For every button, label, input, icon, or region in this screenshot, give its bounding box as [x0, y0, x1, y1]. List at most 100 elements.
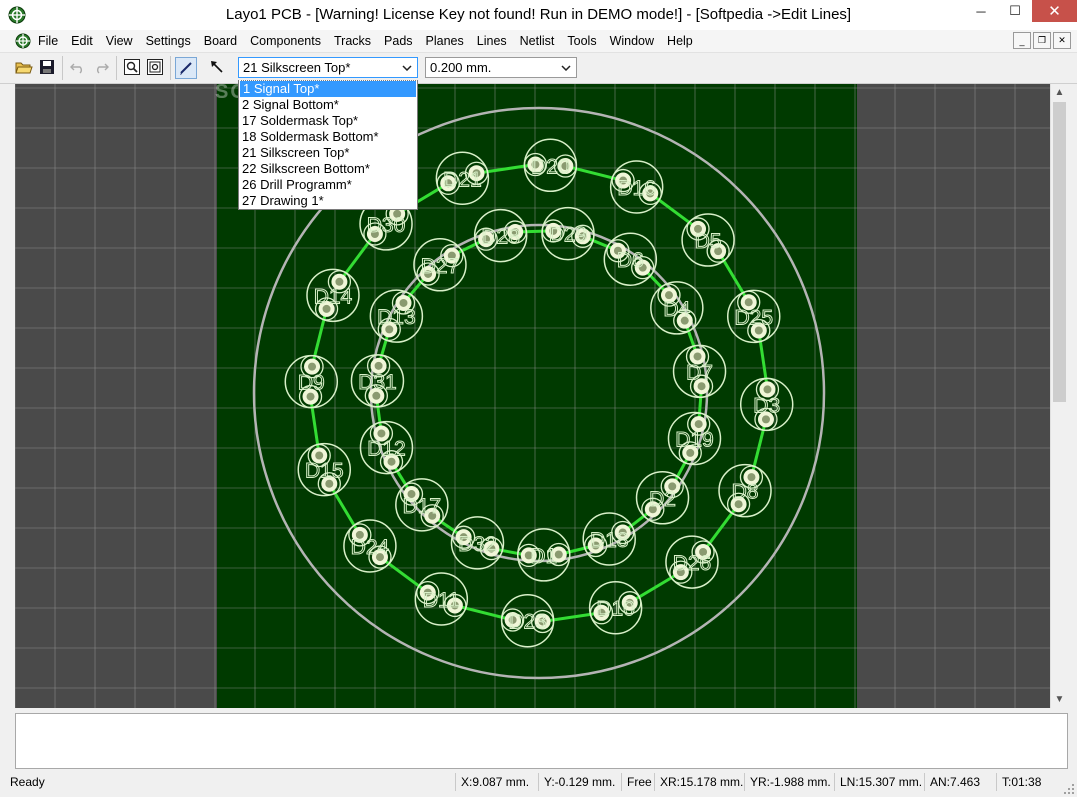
status-bar: Ready X:9.087 mm. Y:-0.129 mm. Free XR:1…	[0, 771, 1077, 797]
status-state: Ready	[10, 775, 45, 789]
pcb-drawing[interactable]: D20 D29 D16 D6 D5 D4 D25 D7 D3 D19 D8 D2 D26 D18 D10 D1…	[15, 84, 1050, 708]
led-component: D19	[667, 411, 722, 466]
component-label: D27	[421, 255, 460, 278]
component-label: D5	[695, 230, 722, 253]
layer-option[interactable]: 18 Soldermask Bottom*	[239, 129, 417, 145]
menu-settings[interactable]: Settings	[146, 34, 191, 48]
width-select[interactable]: 0.200 mm.	[425, 57, 577, 78]
component-label: D16	[617, 177, 656, 200]
menu-planes[interactable]: Planes	[426, 34, 464, 48]
window-title: Layo1 PCB - [Warning! License Key not fo…	[225, 6, 852, 23]
component-label: D12	[367, 438, 406, 461]
drill-hole	[374, 361, 383, 370]
menu-window[interactable]: Window	[610, 34, 654, 48]
status-mode: Free	[621, 773, 652, 791]
component-label: D2	[649, 488, 676, 511]
width-select-value: 0.200 mm.	[430, 60, 492, 75]
undo-icon[interactable]	[68, 57, 88, 77]
component-label: D9	[298, 372, 325, 395]
scroll-thumb[interactable]	[1053, 102, 1066, 402]
resize-grip-icon[interactable]	[1063, 783, 1075, 795]
menu-edit[interactable]: Edit	[71, 34, 93, 48]
status-yr: YR:-1.988 mm.	[744, 773, 831, 791]
menu-lines[interactable]: Lines	[477, 34, 507, 48]
zoom-fit-icon[interactable]	[145, 57, 165, 77]
led-component: D12	[359, 420, 414, 475]
mdi-minimize-button[interactable]: _	[1013, 32, 1031, 49]
component-label: D17	[403, 495, 442, 518]
layer-dropdown-list[interactable]: 1 Signal Top* 2 Signal Bottom* 17 Solderm…	[238, 80, 418, 210]
component-label: D7	[686, 361, 713, 384]
scroll-up-icon[interactable]: ▲	[1051, 84, 1068, 101]
component-label: D18	[590, 529, 629, 552]
minimize-button[interactable]: ─	[964, 0, 998, 22]
menu-bar: File Edit View Settings Board Components Track…	[0, 30, 1077, 53]
save-icon[interactable]	[37, 57, 57, 77]
layer-select[interactable]: 21 Silkscreen Top*	[238, 57, 418, 78]
component-label: D1	[530, 545, 557, 568]
menu-file[interactable]: File	[38, 34, 58, 48]
component-label: D29	[549, 224, 588, 247]
mdi-restore-button[interactable]: ❐	[1033, 32, 1051, 49]
drill-hole	[763, 385, 772, 394]
component-label: D23	[508, 611, 547, 634]
layer-option[interactable]: 21 Silkscreen Top*	[239, 145, 417, 161]
layer-select-value: 21 Silkscreen Top*	[243, 60, 351, 75]
led-component: D14	[306, 268, 360, 323]
menu-tools[interactable]: Tools	[567, 34, 596, 48]
layer-option[interactable]: 17 Soldermask Top*	[239, 113, 417, 129]
component-label: D28	[481, 226, 520, 249]
component-label: D31	[358, 371, 397, 394]
component-label: D4	[663, 298, 690, 321]
redo-icon[interactable]	[91, 57, 111, 77]
chevron-down-icon	[399, 58, 415, 77]
layer-option[interactable]: 26 Drill Programm*	[239, 177, 417, 193]
mdi-close-button[interactable]: ✕	[1053, 32, 1071, 49]
menu-tracks[interactable]: Tracks	[334, 34, 371, 48]
layer-option[interactable]: 22 Silkscreen Bottom*	[239, 161, 417, 177]
component-label: D26	[673, 552, 712, 575]
component-label: D11	[423, 589, 460, 612]
layer-option[interactable]: 27 Drawing 1*	[239, 193, 417, 209]
drill-hole	[693, 352, 702, 361]
component-label: D19	[675, 429, 714, 452]
led-component: D15	[297, 442, 352, 497]
led-component: D31	[350, 354, 405, 408]
document-logo-icon[interactable]	[15, 33, 31, 49]
maximize-button[interactable]: ☐	[998, 0, 1032, 22]
zoom-icon[interactable]	[122, 57, 142, 77]
menu-board[interactable]: Board	[204, 34, 237, 48]
output-panel[interactable]	[15, 713, 1068, 769]
menu-components[interactable]: Components	[250, 34, 321, 48]
component-label: D3	[753, 394, 780, 417]
drill-hole	[315, 451, 324, 460]
component-label: D25	[734, 306, 773, 329]
open-folder-icon[interactable]	[14, 57, 34, 77]
close-button[interactable]: ✕	[1032, 0, 1077, 22]
menu-view[interactable]: View	[106, 34, 133, 48]
status-xr: XR:15.178 mm.	[654, 773, 743, 791]
layer-option[interactable]: 2 Signal Bottom*	[239, 97, 417, 113]
vertical-scrollbar[interactable]: ▲ ▼	[1050, 84, 1068, 708]
component-label: D10	[596, 598, 635, 621]
status-an: AN:7.463	[924, 773, 980, 791]
pcb-canvas[interactable]: D20 D29 D16 D6 D5 D4 D25 D7 D3 D19 D8 D2 D26 D18 D10 D1…	[15, 84, 1050, 708]
component-label: D21	[443, 168, 482, 191]
status-time: T:01:38	[996, 773, 1041, 791]
menu-help[interactable]: Help	[667, 34, 693, 48]
component-label: D15	[305, 460, 344, 483]
drill-hole	[377, 429, 386, 438]
menu-pads[interactable]: Pads	[384, 34, 413, 48]
status-x: X:9.087 mm.	[455, 773, 529, 791]
drill-hole	[744, 298, 753, 307]
component-label: D14	[314, 285, 353, 308]
draw-line-icon[interactable]	[175, 57, 197, 79]
component-label: D8	[732, 481, 759, 504]
component-label: D30	[367, 214, 406, 237]
scroll-down-icon[interactable]: ▼	[1051, 691, 1068, 708]
component-label: D20	[531, 155, 570, 178]
layer-option[interactable]: 1 Signal Top*	[239, 80, 417, 98]
menu-netlist[interactable]: Netlist	[520, 34, 555, 48]
select-arrow-icon[interactable]	[207, 57, 227, 77]
component-label: D13	[377, 306, 416, 329]
